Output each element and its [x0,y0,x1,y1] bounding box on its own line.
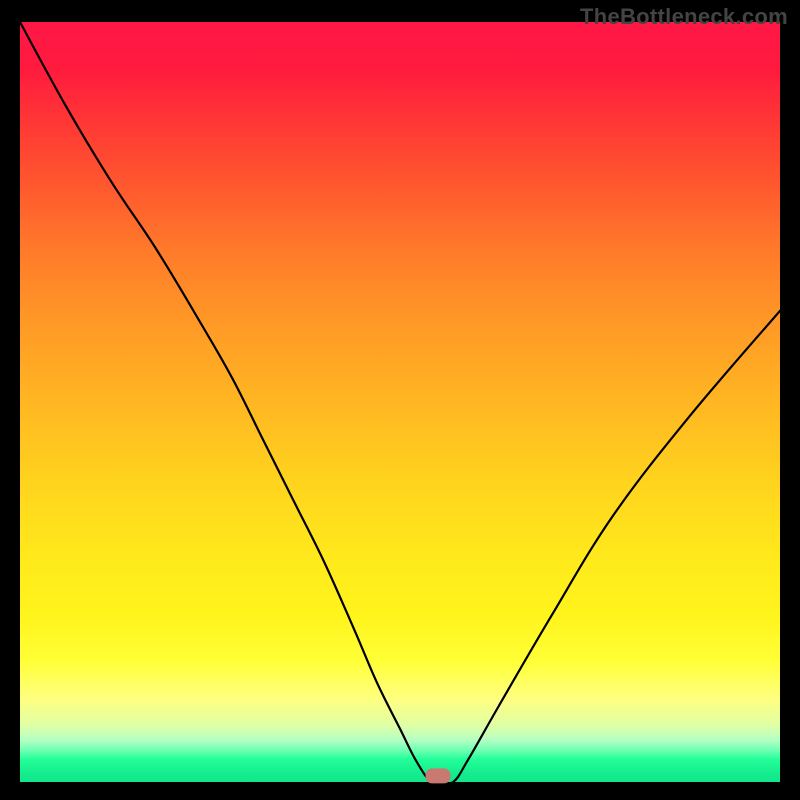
chart-area [20,22,780,782]
bottleneck-curve [20,22,780,784]
watermark-text: TheBottleneck.com [580,4,788,30]
optimal-marker [426,769,450,783]
chart-svg [20,22,780,782]
